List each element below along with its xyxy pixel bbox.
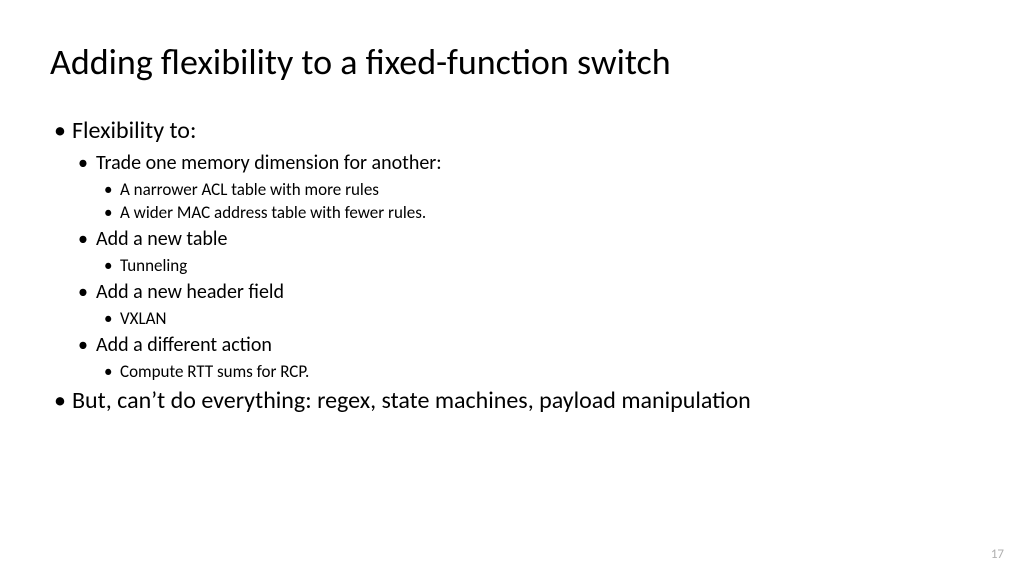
bullet-text: A narrower ACL table with more rules: [120, 179, 379, 200]
bullet-level3: Compute RTT sums for RCP.: [96, 361, 974, 382]
page-number: 17: [991, 547, 1004, 562]
bullet-sublist: A narrower ACL table with more rules A w…: [96, 179, 974, 223]
bullet-text: Flexibility to:: [72, 116, 196, 145]
bullet-text: Trade one memory dimension for another:: [96, 151, 442, 175]
bullet-level2: Add a new header field VXLAN: [72, 280, 974, 329]
bullet-level3: A narrower ACL table with more rules: [96, 179, 974, 200]
bullet-level2: Trade one memory dimension for another: …: [72, 151, 974, 223]
bullet-level3: Tunneling: [96, 255, 974, 276]
bullet-text: VXLAN: [120, 308, 166, 329]
bullet-text: Add a new table: [96, 227, 227, 251]
bullet-text: But, can’t do everything: regex, state m…: [72, 386, 751, 415]
bullet-text: Add a different action: [96, 333, 272, 357]
bullet-level3: A wider MAC address table with fewer rul…: [96, 202, 974, 223]
bullet-level1: Flexibility to: Trade one memory dimensi…: [50, 116, 974, 382]
bullet-sublist: Compute RTT sums for RCP.: [96, 361, 974, 382]
bullet-level2: Add a different action Compute RTT sums …: [72, 333, 974, 382]
slide-title: Adding flexibility to a fixed-function s…: [50, 40, 974, 84]
bullet-level1: But, can’t do everything: regex, state m…: [50, 386, 974, 415]
bullet-level2: Add a new table Tunneling: [72, 227, 974, 276]
bullet-text: A wider MAC address table with fewer rul…: [120, 202, 426, 223]
bullet-text: Tunneling: [120, 255, 187, 276]
bullet-sublist: VXLAN: [96, 308, 974, 329]
bullet-list: Flexibility to: Trade one memory dimensi…: [50, 116, 974, 415]
bullet-sublist: Tunneling: [96, 255, 974, 276]
bullet-level3: VXLAN: [96, 308, 974, 329]
bullet-text: Add a new header field: [96, 280, 284, 304]
bullet-text: Compute RTT sums for RCP.: [120, 361, 309, 382]
bullet-sublist: Trade one memory dimension for another: …: [72, 151, 974, 382]
